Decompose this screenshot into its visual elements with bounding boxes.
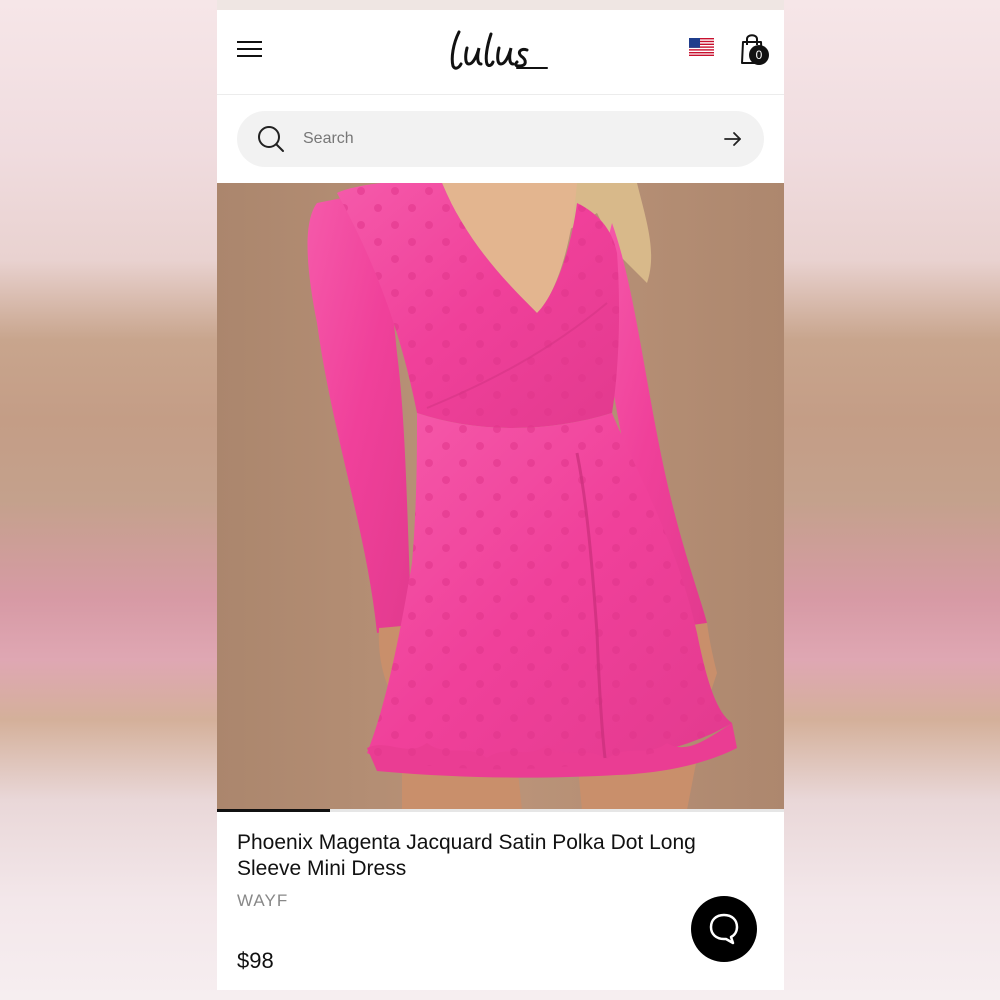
arrow-right-icon[interactable] <box>723 129 743 149</box>
product-image[interactable] <box>217 183 784 810</box>
top-edge-strip <box>217 0 784 10</box>
hamburger-menu-icon[interactable] <box>237 38 263 60</box>
product-title: Phoenix Magenta Jacquard Satin Polka Dot… <box>237 831 696 880</box>
site-header: 0 <box>217 10 784 95</box>
mobile-page: 0 Search Phoenix Magenta Jacquard Satin … <box>217 10 784 990</box>
search-icon[interactable] <box>257 125 285 153</box>
gallery-progress <box>217 809 784 812</box>
lulus-logo[interactable] <box>447 28 557 74</box>
product-brand[interactable]: WAYF <box>237 891 288 911</box>
product-price: $98 <box>237 948 274 973</box>
search-input[interactable] <box>303 111 703 167</box>
cart-count-badge[interactable]: 0 <box>749 45 769 65</box>
chat-bubble-icon[interactable] <box>691 896 757 962</box>
gallery-progress-fill <box>217 809 331 812</box>
blurred-backdrop-right <box>784 0 1000 1000</box>
blurred-backdrop-left <box>0 0 218 1000</box>
us-flag-icon[interactable] <box>689 38 714 56</box>
search-bar[interactable] <box>237 111 764 167</box>
